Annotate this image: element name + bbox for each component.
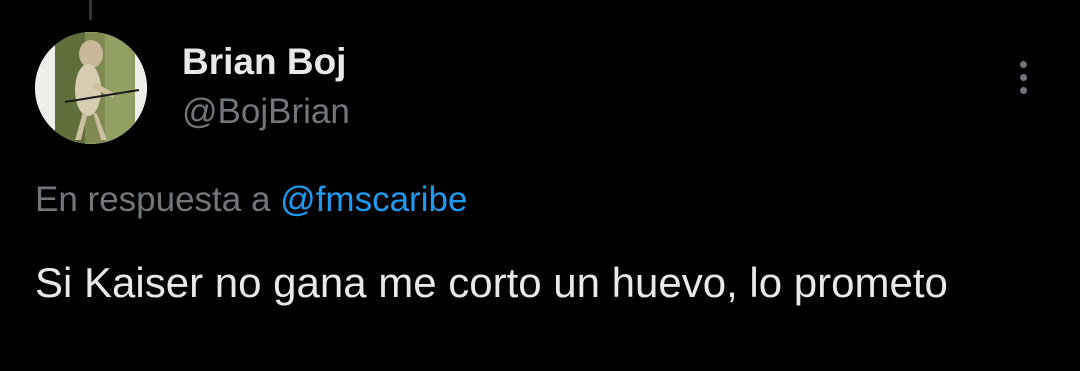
avatar-monkey-image bbox=[35, 32, 147, 144]
reply-mention-link[interactable]: @fmscaribe bbox=[280, 180, 467, 219]
thread-connector-line bbox=[89, 0, 92, 20]
reply-prefix: En respuesta a bbox=[35, 180, 271, 219]
tweet-text: Si Kaiser no gana me corto un huevo, lo … bbox=[35, 259, 948, 306]
more-options-button[interactable] bbox=[1006, 56, 1042, 100]
author-handle[interactable]: @BojBrian bbox=[182, 92, 350, 132]
avatar[interactable] bbox=[35, 32, 147, 144]
reply-context: En respuesta a @fmscaribe bbox=[35, 180, 467, 220]
author-display-name[interactable]: Brian Boj bbox=[182, 42, 346, 82]
